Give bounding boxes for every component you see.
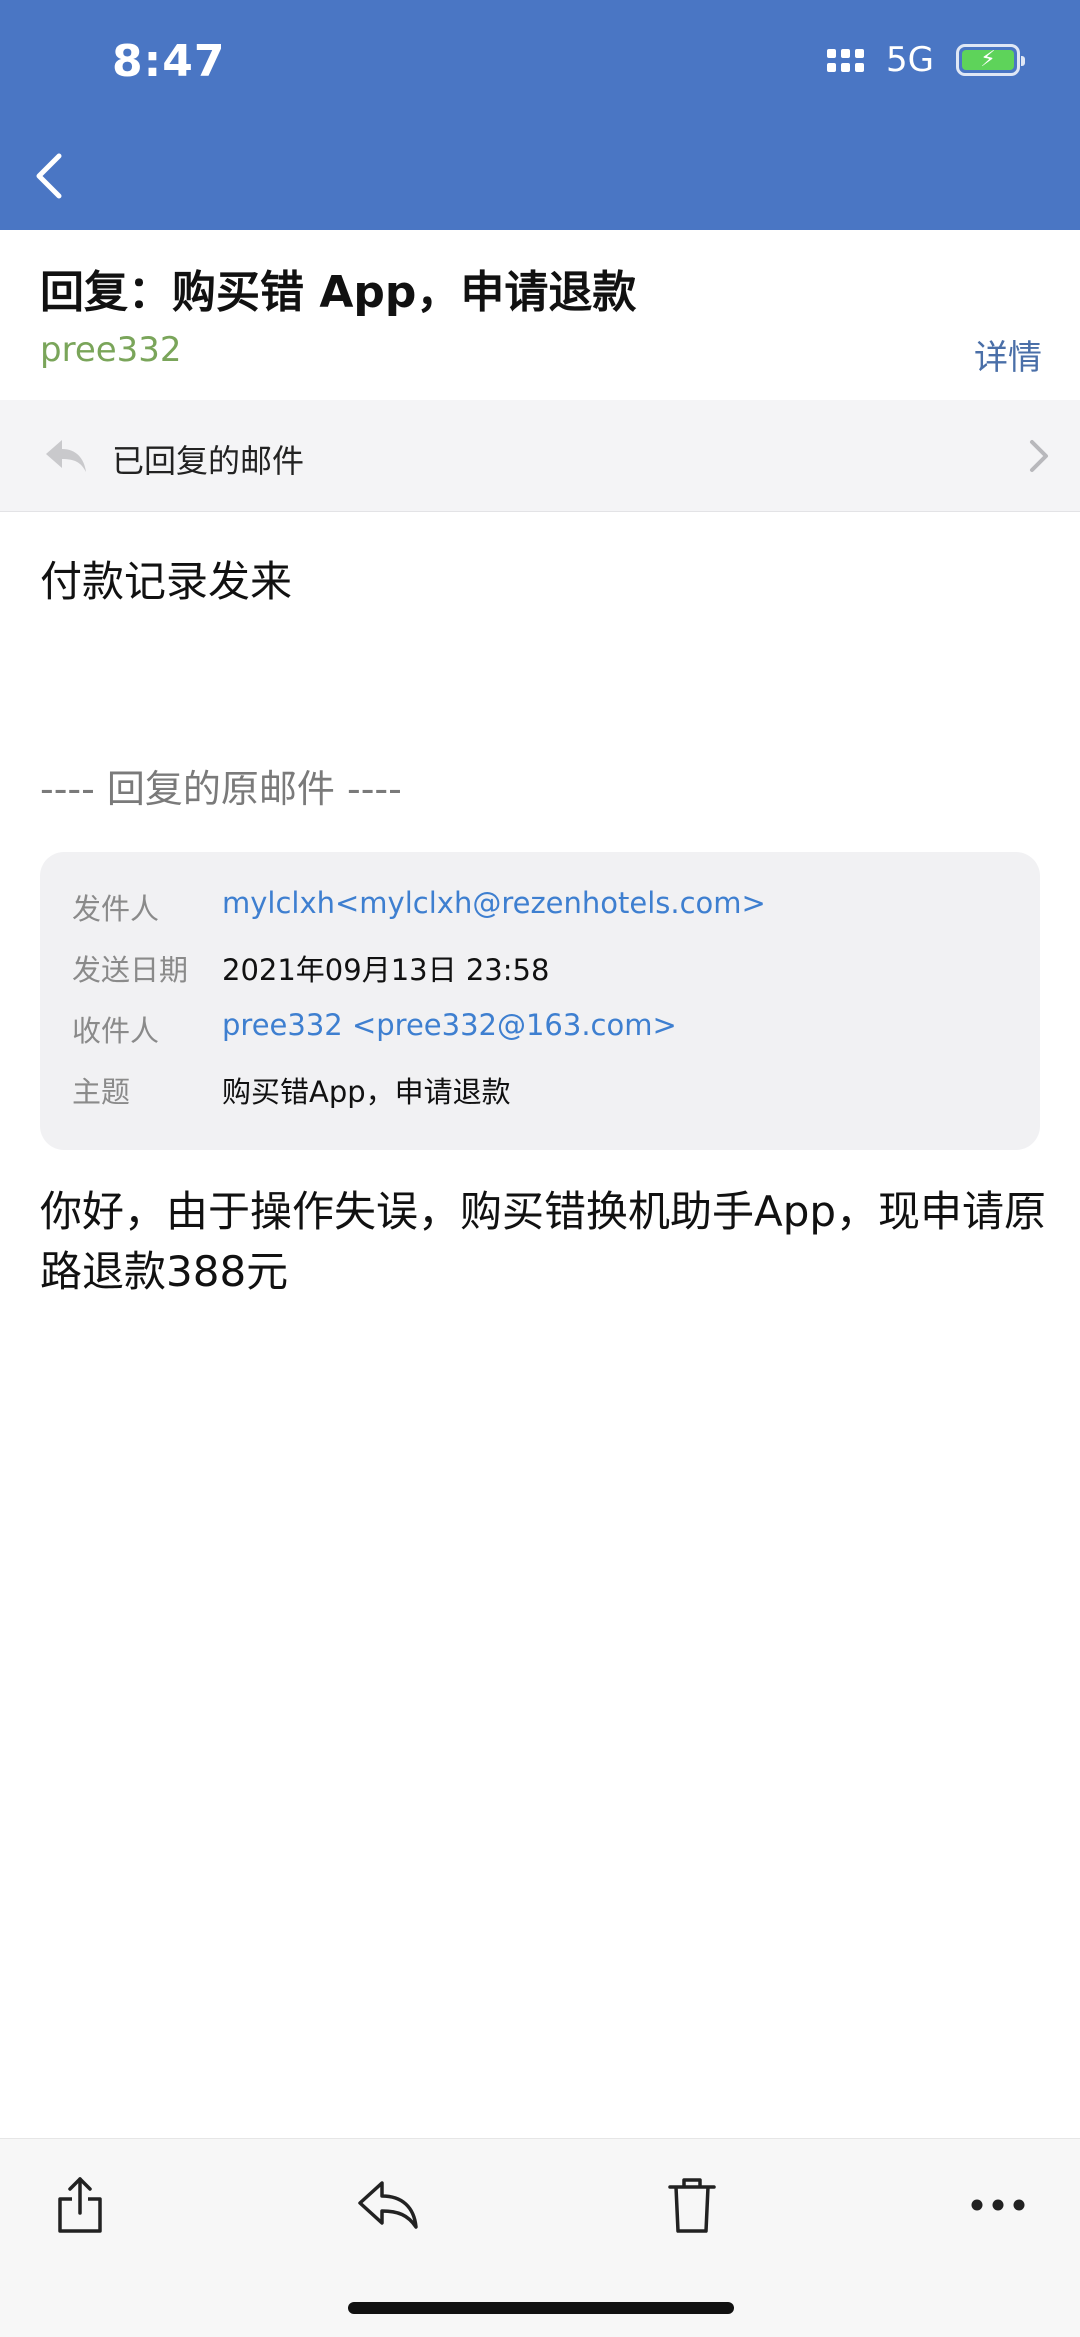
replied-mail-bar[interactable]: 已回复的邮件 [0, 400, 1080, 512]
home-indicator [348, 2302, 734, 2314]
date-value: 2021年09月13日 23:58 [222, 953, 550, 987]
email-sender[interactable]: pree332 [40, 330, 182, 370]
email-subject: 回复：购买错 App，申请退款 [40, 267, 637, 318]
to-label: 收件人 [72, 1014, 160, 1048]
chevron-left-icon [36, 153, 62, 199]
battery-icon: ⚡ [956, 44, 1025, 76]
status-time: 8:47 [112, 36, 226, 87]
original-date-row: 发送日期 2021年09月13日 23:58 [72, 947, 549, 989]
status-indicators: 5G ⚡ [827, 40, 1025, 80]
share-icon [58, 2177, 102, 2233]
replied-mail-label: 已回复的邮件 [112, 442, 305, 480]
more-button[interactable] [958, 2165, 1038, 2245]
reply-button[interactable] [348, 2165, 428, 2245]
from-value[interactable]: mylclxh<mylclxh@rezenhotels.com> [222, 886, 766, 928]
quote-divider: ---- 回复的原邮件 ---- [40, 767, 402, 811]
to-value[interactable]: pree332 <pree332@163.com> [222, 1008, 677, 1050]
original-from-row: 发件人 mylclxh<mylclxh@rezenhotels.com> [72, 886, 766, 928]
reply-icon [358, 2181, 418, 2229]
delete-button[interactable] [652, 2165, 732, 2245]
original-subject-row: 主题 购买错App，申请退款 [72, 1069, 511, 1111]
reply-icon [46, 440, 86, 472]
original-to-row: 收件人 pree332 <pree332@163.com> [72, 1008, 677, 1050]
chevron-right-icon [1030, 440, 1048, 472]
original-mail-info: 发件人 mylclxh<mylclxh@rezenhotels.com> 发送日… [40, 852, 1040, 1150]
subject-value: 购买错App，申请退款 [222, 1075, 511, 1109]
from-label: 发件人 [72, 892, 160, 926]
top-header: 8:47 5G ⚡ [0, 0, 1080, 230]
original-body-text: 你好，由于操作失误，购买错换机助手App，现申请原路退款388元 [40, 1187, 1047, 1296]
back-button[interactable] [24, 146, 74, 206]
signal-icon [827, 48, 865, 72]
trash-icon [668, 2178, 716, 2233]
reply-body-text: 付款记录发来 [40, 557, 293, 606]
more-icon [971, 2199, 1025, 2211]
details-link[interactable]: 详情 [974, 330, 1042, 379]
network-type: 5G [886, 40, 934, 80]
share-button[interactable] [40, 2165, 120, 2245]
date-label: 发送日期 [72, 953, 189, 987]
subject-label: 主题 [72, 1075, 131, 1109]
